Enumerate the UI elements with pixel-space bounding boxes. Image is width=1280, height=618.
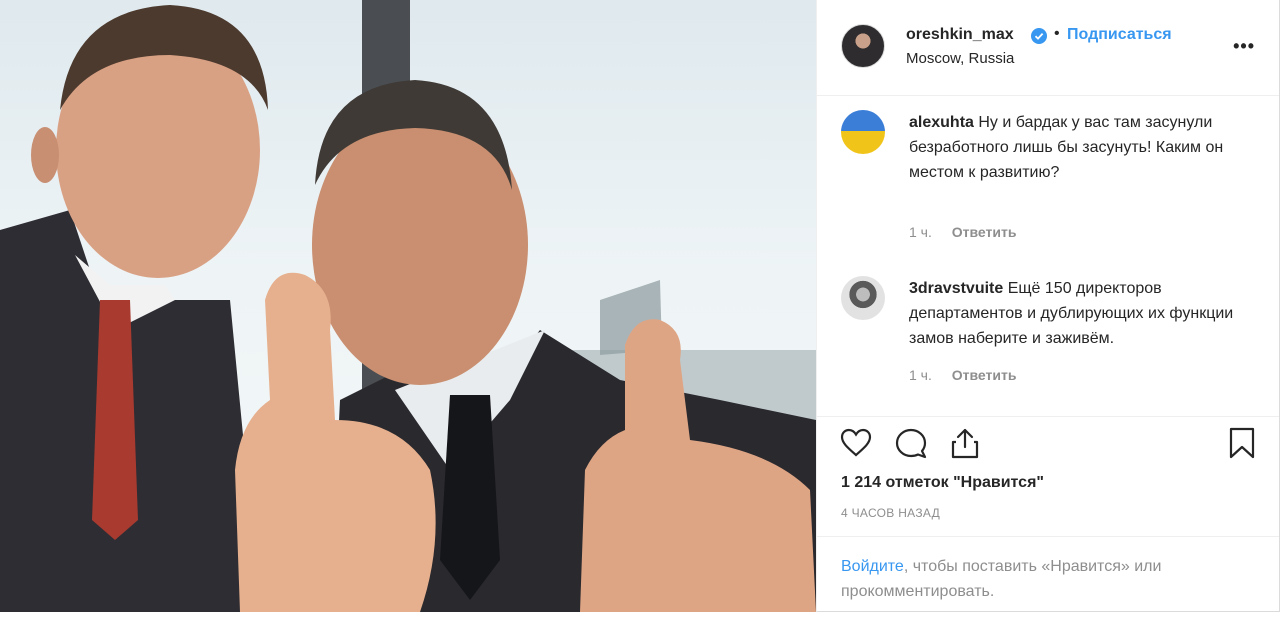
bookmark-icon[interactable]: [1225, 426, 1259, 460]
owner-username[interactable]: oreshkin_max: [906, 26, 1014, 44]
actions-divider: [817, 416, 1279, 417]
post-photo: [0, 0, 816, 612]
comment-item: 3dravstvuite Ещё 150 директоров департам…: [841, 262, 1241, 402]
right-tie: [440, 395, 500, 600]
comment-meta: 1 ч. Ответить: [909, 367, 1016, 383]
likes-count[interactable]: 1 214 отметок "Нравится": [841, 474, 1044, 492]
post-side-panel: oreshkin_max • Подписаться Moscow, Russi…: [816, 0, 1280, 612]
share-icon[interactable]: [948, 426, 982, 460]
comment-text-block: alexuhta Ну и бардак у вас там засунули …: [909, 110, 1239, 185]
comment-time: 1 ч.: [909, 367, 932, 383]
header-separator: •: [1054, 25, 1060, 42]
photo-illustration: [0, 0, 816, 612]
login-prompt: Войдите, чтобы поставить «Нравится» или …: [841, 554, 1251, 604]
heart-icon[interactable]: [839, 426, 873, 460]
verified-badge-icon: [1031, 28, 1047, 44]
owner-avatar[interactable]: [841, 24, 885, 68]
login-link[interactable]: Войдите: [841, 558, 904, 575]
commenter-avatar[interactable]: [841, 276, 885, 320]
comment-icon[interactable]: [894, 426, 928, 460]
post-location[interactable]: Moscow, Russia: [906, 50, 1014, 67]
comment-item: alexuhta Ну и бардак у вас там засунули …: [841, 96, 1241, 256]
left-ear: [31, 127, 59, 183]
comment-username[interactable]: 3dravstvuite: [909, 280, 1003, 297]
comment-time: 1 ч.: [909, 224, 932, 240]
post-header: oreshkin_max • Подписаться Moscow, Russi…: [817, 0, 1279, 96]
commenter-avatar[interactable]: [841, 110, 885, 154]
reply-button[interactable]: Ответить: [952, 224, 1017, 240]
left-tie: [92, 300, 138, 540]
post-timestamp[interactable]: 4 ЧАСОВ НАЗАД: [841, 506, 940, 520]
login-divider: [817, 536, 1279, 537]
comments-list: alexuhta Ну и бардак у вас там засунули …: [817, 96, 1279, 416]
reply-button[interactable]: Ответить: [952, 367, 1017, 383]
comment-username[interactable]: alexuhta: [909, 114, 974, 131]
more-options-icon[interactable]: •••: [1233, 36, 1255, 57]
comment-text-block: 3dravstvuite Ещё 150 директоров департам…: [909, 276, 1239, 351]
comment-meta: 1 ч. Ответить: [909, 224, 1016, 240]
follow-button[interactable]: Подписаться: [1067, 26, 1172, 44]
